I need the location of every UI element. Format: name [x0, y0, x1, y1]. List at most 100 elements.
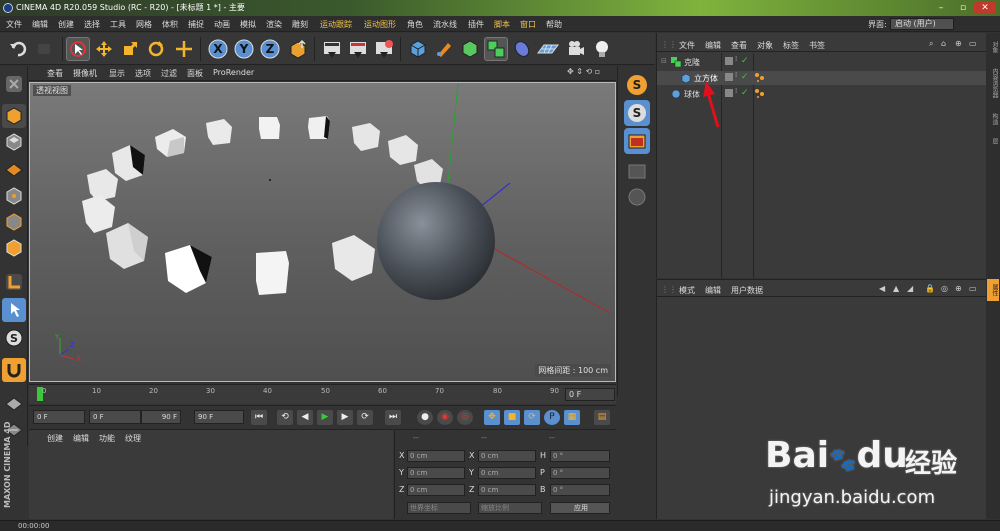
range-end-field[interactable]: 90 F [141, 410, 181, 424]
enable-check-icon[interactable]: ✓ [741, 56, 749, 66]
rotate-icon[interactable] [144, 37, 168, 61]
new-panel-icon[interactable]: ⊕ [955, 39, 962, 48]
previous-frame-icon[interactable]: ◀ [297, 410, 313, 425]
om-menu-file[interactable]: 文件 [679, 40, 695, 51]
polygons-mode-icon[interactable] [2, 236, 26, 260]
layer-swatch[interactable] [725, 57, 733, 65]
x-axis-icon[interactable]: X [206, 37, 230, 61]
size-mode-select[interactable]: 缩放比例 [478, 502, 542, 514]
clone-cube[interactable] [82, 195, 115, 233]
coordinate-system-icon[interactable] [286, 37, 310, 61]
close-button[interactable]: ✕ [974, 2, 996, 14]
render-settings-icon[interactable] [372, 37, 396, 61]
end-frame-field[interactable]: 90 F [194, 410, 244, 424]
apply-button[interactable]: 应用 [550, 502, 610, 514]
move-icon[interactable] [92, 37, 116, 61]
z-axis-icon[interactable]: Z [258, 37, 282, 61]
current-frame-field[interactable]: 0 F [565, 388, 615, 401]
solo-icon[interactable] [2, 392, 26, 416]
sphere-object[interactable] [377, 182, 495, 300]
subdivision-icon[interactable] [458, 37, 482, 61]
menu-snap[interactable]: 捕捉 [188, 19, 204, 30]
camera-icon[interactable] [564, 37, 588, 61]
pos-z-field[interactable]: 0 cm [407, 484, 465, 496]
visibility-dots-icon[interactable]: ⁞ [735, 87, 737, 95]
timeline-window-icon[interactable]: ▤ [594, 410, 610, 425]
clone-cube[interactable] [206, 119, 232, 145]
menu-sculpt[interactable]: 雕刻 [292, 19, 308, 30]
viewport-nav-icons[interactable]: ✥ ⇕ ⟲ ▫ [567, 67, 600, 76]
rot-b-field[interactable]: 0 ° [550, 484, 610, 496]
edges-mode-icon[interactable] [2, 210, 26, 234]
menu-select[interactable]: 选择 [84, 19, 100, 30]
record-snap-icon[interactable]: S [624, 72, 650, 98]
recent-tool-icon[interactable] [172, 37, 196, 61]
new-panel-icon[interactable]: ⊕ [955, 284, 962, 293]
render-view-icon[interactable] [320, 37, 344, 61]
rot-h-field[interactable]: 0 ° [550, 450, 610, 462]
om-menu-edit[interactable]: 编辑 [705, 40, 721, 51]
size-x-field[interactable]: 0 cm [478, 450, 536, 462]
mat-menu-texture[interactable]: 纹理 [125, 433, 141, 444]
back-arrow-icon[interactable]: ◀ [879, 284, 885, 293]
pos-x-field[interactable]: 0 cm [407, 450, 465, 462]
object-name-cloner[interactable]: 克隆 [684, 57, 700, 68]
clone-cube[interactable] [87, 169, 118, 201]
menu-window[interactable]: 窗口 [520, 19, 536, 30]
next-key-icon[interactable]: ⟳ [357, 410, 373, 425]
deformer-icon[interactable] [510, 37, 534, 61]
pos-y-field[interactable]: 0 cm [407, 467, 465, 479]
floor-icon[interactable] [536, 37, 560, 61]
layer-swatch[interactable] [725, 73, 733, 81]
key-pla-icon[interactable]: ▦ [564, 410, 580, 425]
side-tab-objects[interactable]: 对象 [987, 37, 999, 57]
clone-cube[interactable] [155, 129, 186, 157]
menu-pipeline[interactable]: 流水线 [433, 19, 457, 30]
live-select-icon[interactable] [66, 37, 90, 61]
layer-icon[interactable] [624, 158, 650, 184]
scene-canvas[interactable] [30, 83, 616, 382]
workplane-icon[interactable] [2, 156, 26, 180]
coord-mode-select[interactable]: 世界坐标 [407, 502, 471, 514]
enable-check-icon[interactable]: ✓ [741, 88, 749, 98]
mat-menu-edit[interactable]: 编辑 [73, 433, 89, 444]
clone-cube[interactable] [332, 235, 375, 281]
search-icon[interactable]: ⌕ [929, 39, 933, 49]
menu-help[interactable]: 帮助 [546, 19, 562, 30]
link-icon[interactable]: ◎ [941, 284, 948, 293]
up-arrow-icon[interactable]: ▲ [893, 284, 899, 293]
menu-character[interactable]: 角色 [407, 19, 423, 30]
autokey-icon[interactable]: ◎ [457, 410, 473, 425]
snap-icon[interactable]: S [2, 326, 26, 350]
menu-tools[interactable]: 工具 [110, 19, 126, 30]
key-parameter-icon[interactable]: P [544, 410, 560, 425]
mat-menu-create[interactable]: 创建 [47, 433, 63, 444]
texture-tag-icon[interactable] [755, 89, 764, 98]
rot-p-field[interactable]: 0 ° [550, 467, 610, 479]
visibility-dots-icon[interactable]: ⁞ [735, 55, 737, 63]
y-axis-icon[interactable]: Y [232, 37, 256, 61]
menu-file[interactable]: 文件 [6, 19, 22, 30]
clone-cube[interactable] [308, 116, 330, 139]
vp-menu-filter[interactable]: 过滤 [161, 68, 177, 79]
menu-mesh[interactable]: 网格 [136, 19, 152, 30]
scale-icon[interactable] [118, 37, 142, 61]
menu-script[interactable]: 脚本 [494, 19, 510, 30]
model-mode-icon[interactable] [2, 104, 26, 128]
start-frame-field[interactable]: 0 F [33, 410, 85, 424]
attr-menu-edit[interactable]: 编辑 [705, 285, 721, 296]
key-position-icon[interactable]: ✥ [484, 410, 500, 425]
panel-grip-icon[interactable]: ⋮⋮ [661, 285, 677, 294]
side-tab-content-browser[interactable]: 内容浏览器 [987, 61, 999, 105]
vp-menu-prorender[interactable]: ProRender [213, 68, 254, 77]
cloner-icon[interactable] [484, 37, 508, 61]
collapse-icon[interactable]: ▭ [969, 284, 977, 293]
previous-key-icon[interactable]: ⟲ [277, 410, 293, 425]
record-disabled-icon[interactable]: ● [417, 410, 433, 425]
vp-menu-view[interactable]: 查看 [47, 68, 63, 79]
layout-select[interactable]: 启动 (用户) [890, 18, 954, 30]
timeline-ruler[interactable]: 0 10 20 30 40 50 60 70 80 90 [29, 384, 616, 404]
menu-volume[interactable]: 体积 [162, 19, 178, 30]
om-menu-bookmarks[interactable]: 书签 [809, 40, 825, 51]
play-icon[interactable]: ▶ [317, 410, 333, 425]
